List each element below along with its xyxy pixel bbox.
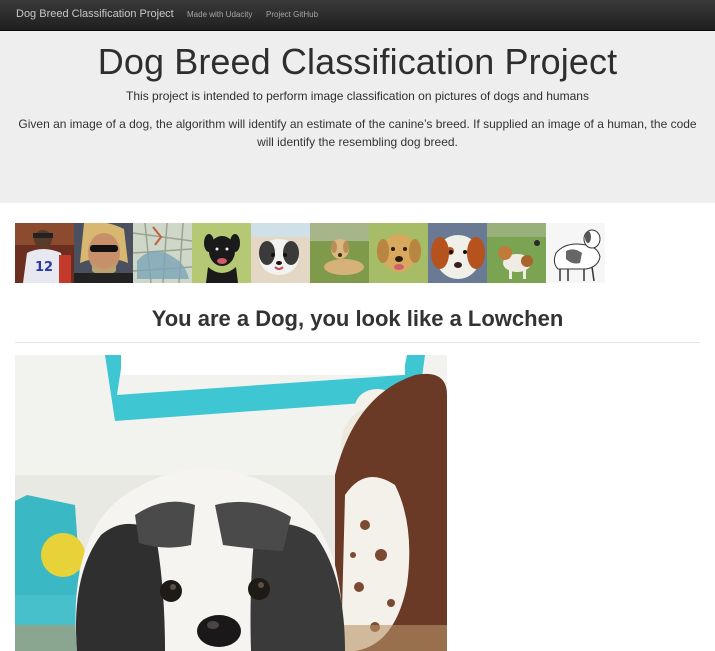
nav-link-github[interactable]: Project GitHub: [266, 10, 318, 19]
result-image: [15, 355, 447, 651]
page-title: Dog Breed Classification Project: [97, 41, 618, 82]
thumbnail-dog-drawing[interactable]: [546, 223, 605, 283]
page-description: Given an image of a dog, the algorithm w…: [18, 117, 697, 149]
thumbnail-dog-3[interactable]: [310, 223, 369, 283]
svg-text:12: 12: [35, 260, 53, 275]
page-subtitle: This project is intended to perform imag…: [126, 89, 589, 103]
thumbnail-dog-5[interactable]: [428, 223, 487, 283]
nav-link-udacity[interactable]: Made with Udacity: [187, 10, 252, 19]
thumbnail-dog-2[interactable]: [251, 223, 310, 283]
jumbotron: Dog Breed Classification Project This pr…: [0, 31, 715, 203]
thumbnail-map[interactable]: [133, 223, 192, 283]
thumbnail-dog-4[interactable]: [369, 223, 428, 283]
divider: [15, 342, 700, 343]
thumbnail-dog-1[interactable]: [192, 223, 251, 283]
thumbnail-strip: 12: [15, 223, 605, 283]
result-heading: You are a Dog, you look like a Lowchen: [151, 306, 564, 331]
thumbnail-human-2[interactable]: [74, 223, 133, 283]
thumbnail-dog-6[interactable]: [487, 223, 546, 283]
navbar-brand[interactable]: Dog Breed Classification Project: [16, 8, 174, 20]
thumbnail-human-1[interactable]: 12: [15, 223, 74, 283]
top-navbar: Dog Breed Classification Project Made wi…: [0, 0, 715, 31]
